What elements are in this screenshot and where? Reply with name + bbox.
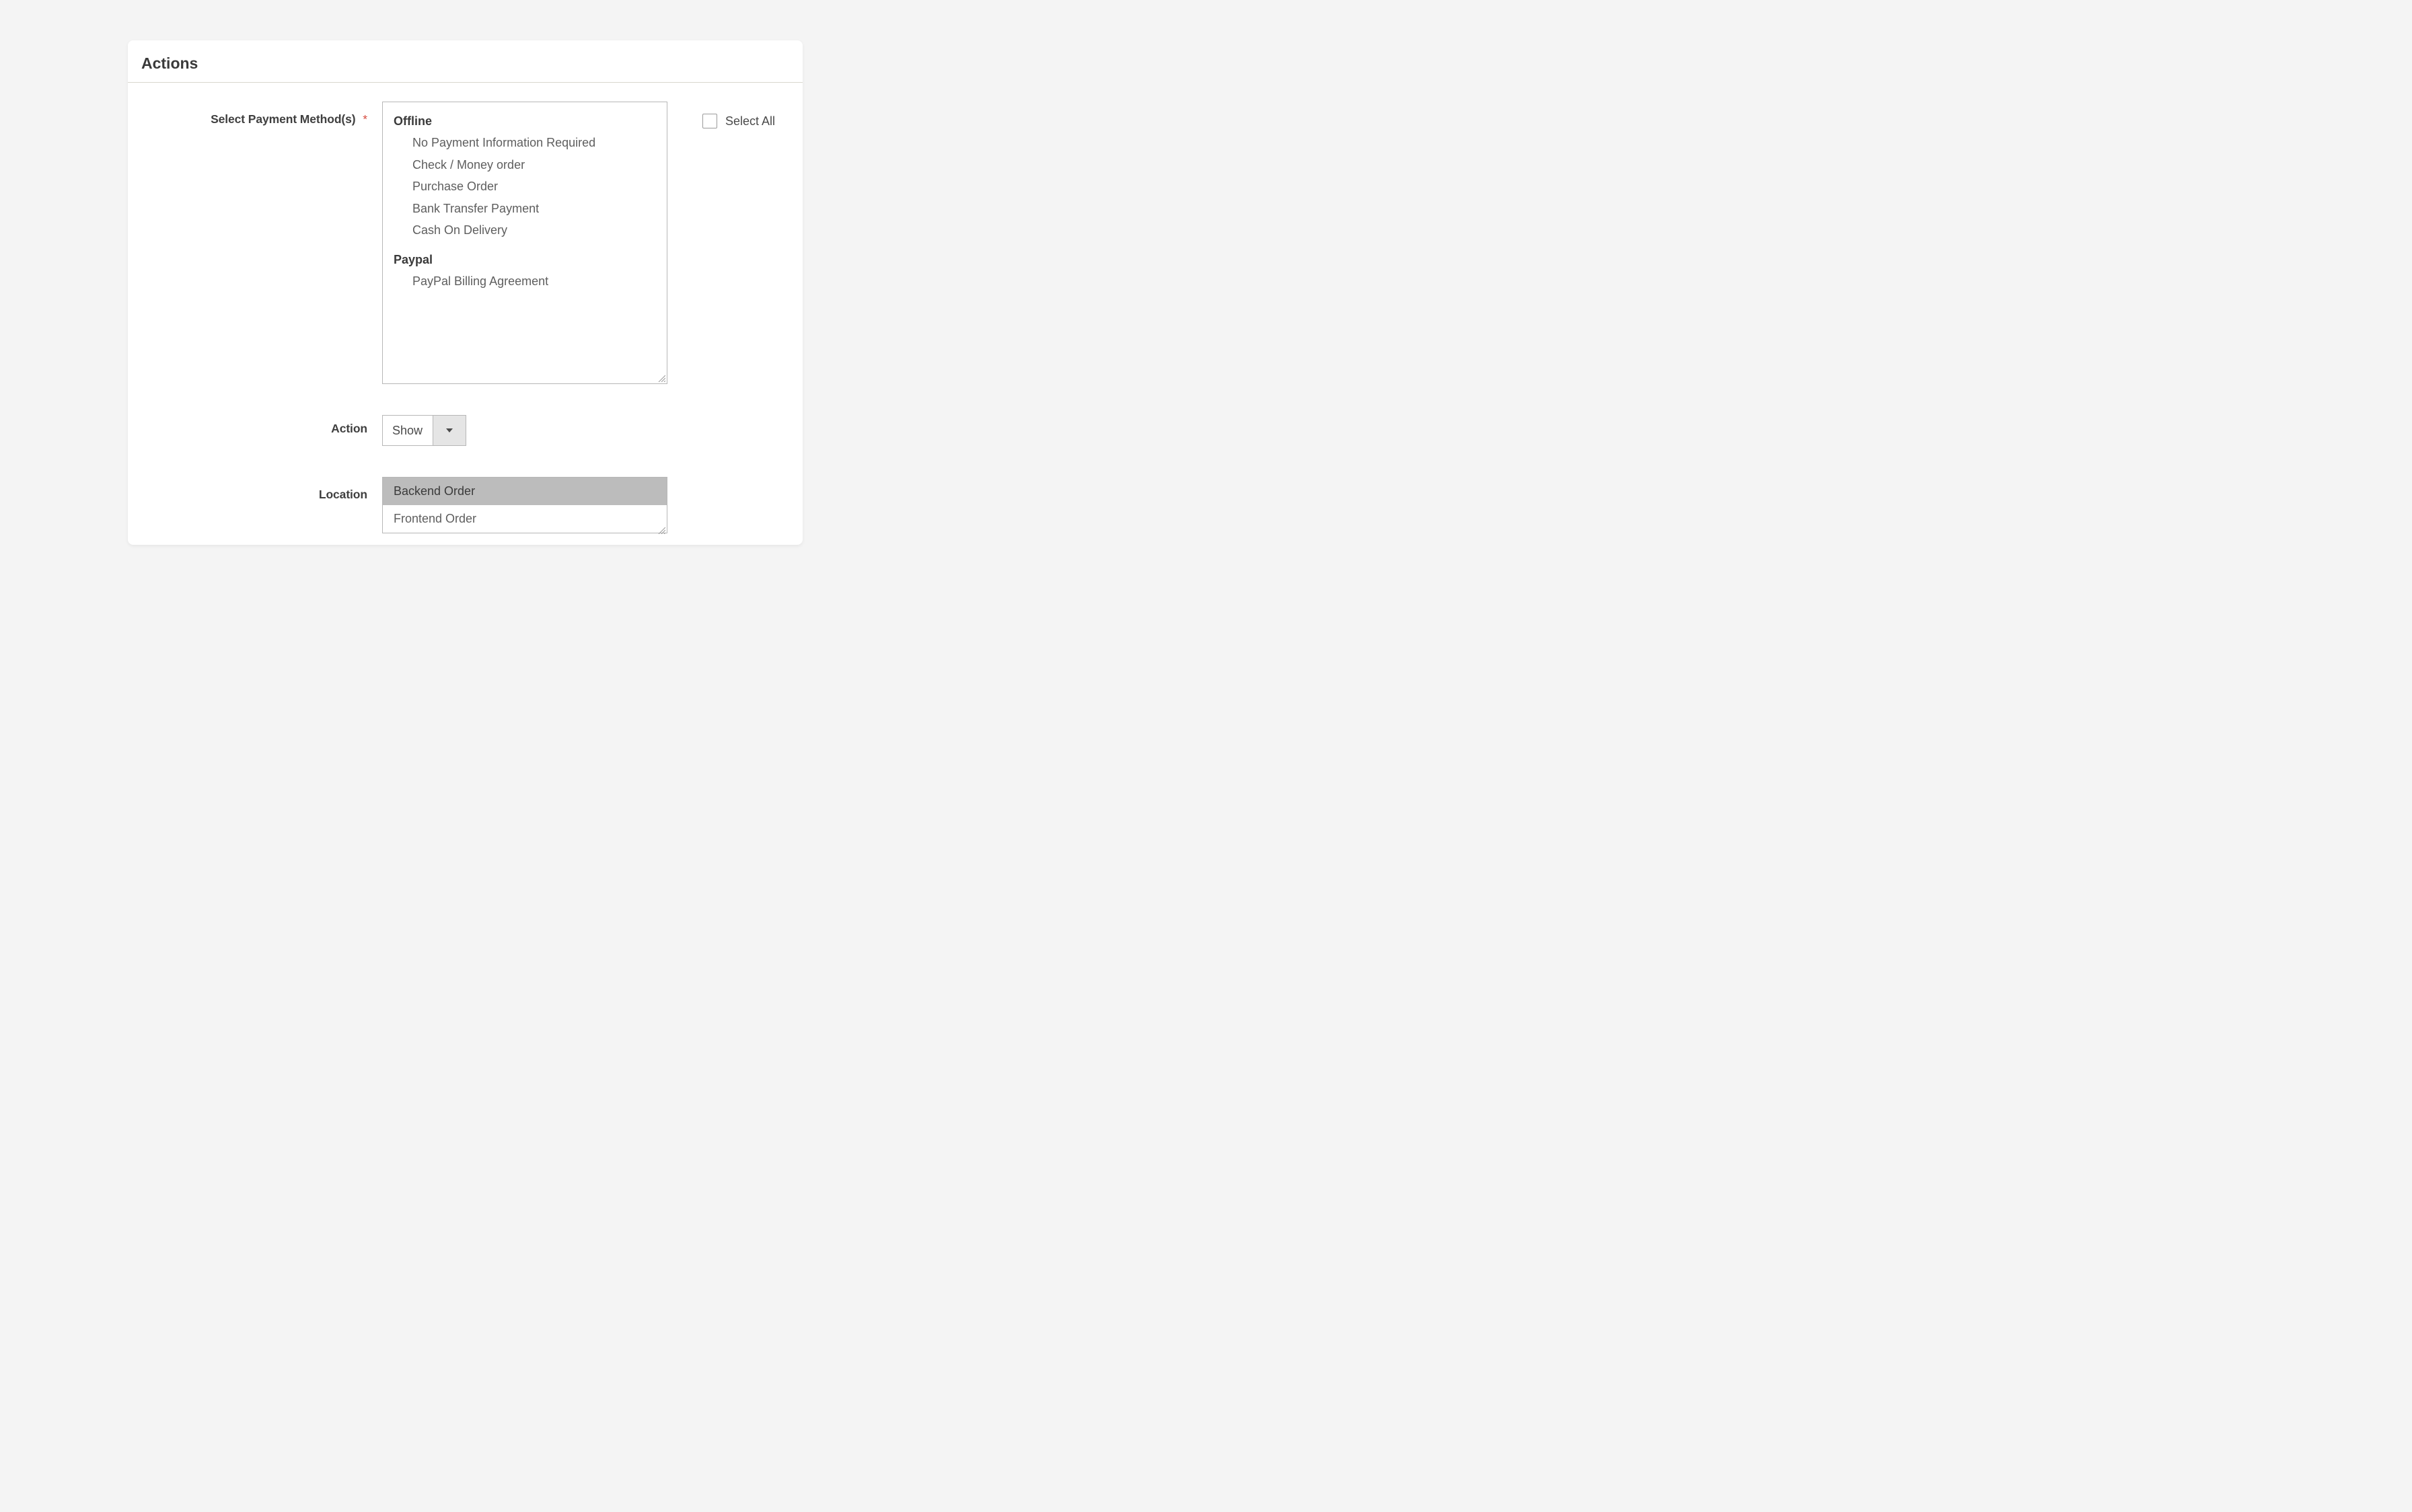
control-payment-methods: Offline No Payment Information Required … (382, 102, 667, 384)
select-all-checkbox[interactable] (702, 114, 717, 128)
field-action: Action Show (128, 415, 803, 446)
payment-methods-multiselect[interactable]: Offline No Payment Information Required … (382, 102, 667, 384)
action-select[interactable]: Show (382, 415, 466, 446)
label-payment-methods-text: Select Payment Method(s) (211, 112, 355, 126)
location-multiselect[interactable]: Backend Order Frontend Order (382, 477, 667, 533)
form-area: Select Payment Method(s) * Offline No Pa… (128, 83, 803, 533)
pm-item-paypal-billing-agreement[interactable]: PayPal Billing Agreement (412, 274, 656, 289)
pm-group-paypal[interactable]: Paypal (394, 253, 656, 267)
pm-item-purchase-order[interactable]: Purchase Order (412, 179, 656, 194)
panel-title: Actions (141, 54, 198, 72)
actions-panel: Actions Select Payment Method(s) * Offli… (128, 40, 803, 545)
label-payment-methods: Select Payment Method(s) * (128, 102, 367, 126)
label-action: Action (128, 415, 367, 436)
location-option-backend[interactable]: Backend Order (383, 478, 667, 505)
pm-item-check-money-order[interactable]: Check / Money order (412, 157, 656, 173)
pm-item-cash-on-delivery[interactable]: Cash On Delivery (412, 223, 656, 238)
location-option-frontend[interactable]: Frontend Order (383, 505, 667, 533)
control-location: Backend Order Frontend Order (382, 477, 667, 533)
pm-group-offline[interactable]: Offline (394, 114, 656, 128)
chevron-down-icon (433, 416, 466, 445)
resize-handle-icon[interactable] (657, 374, 665, 382)
select-all-container: Select All (702, 102, 775, 128)
resize-handle-icon[interactable] (657, 523, 665, 531)
field-location: Location Backend Order Frontend Order (128, 477, 803, 533)
required-asterisk: * (363, 112, 367, 126)
action-select-value: Show (383, 416, 433, 445)
field-payment-methods: Select Payment Method(s) * Offline No Pa… (128, 102, 803, 384)
panel-header: Actions (128, 40, 803, 83)
select-all-label[interactable]: Select All (725, 114, 775, 128)
pm-item-bank-transfer[interactable]: Bank Transfer Payment (412, 201, 656, 217)
label-location: Location (128, 477, 367, 502)
pm-item-no-payment-required[interactable]: No Payment Information Required (412, 135, 656, 151)
control-action: Show (382, 415, 466, 446)
